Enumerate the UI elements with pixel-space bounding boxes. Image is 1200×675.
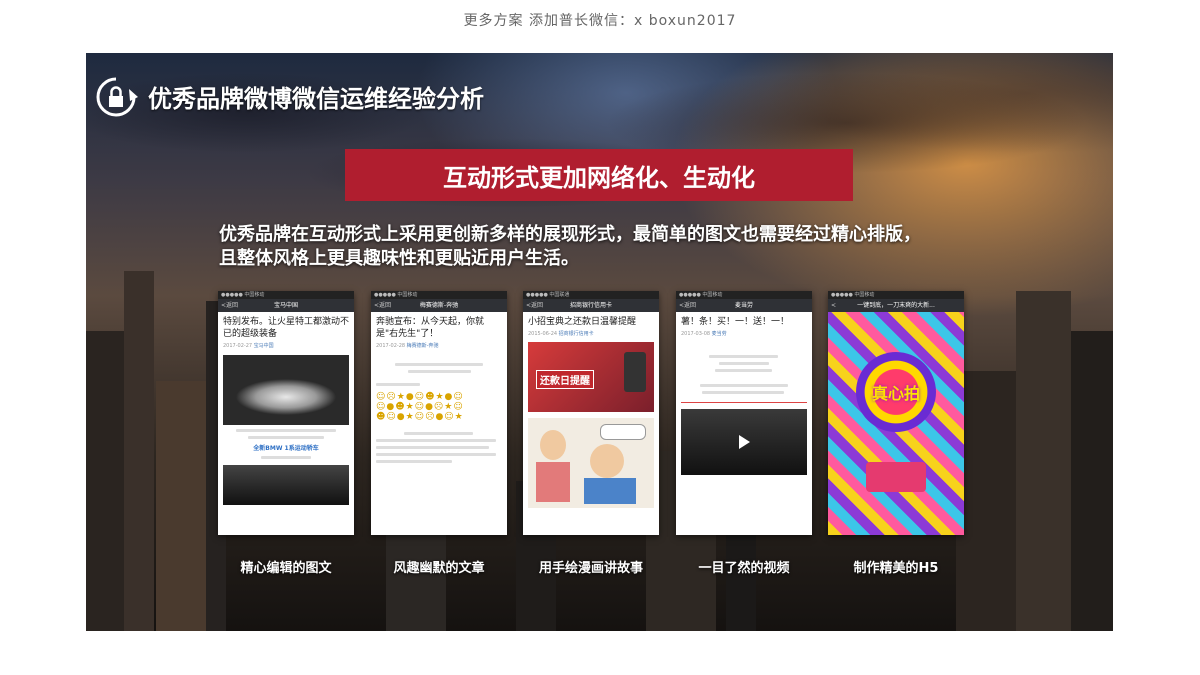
back-icon: < [831,302,837,309]
post-title: 小招宝典之还款日温馨提醒 [528,317,637,327]
slide: 优秀品牌微博微信运维经验分析 互动形式更加网络化、生动化 优秀品牌在互动形式上采… [86,53,1113,631]
emoji-row: ☻☺●★☺☹●☺★ [376,412,464,422]
caption-1: 精心编辑的图文 [240,561,332,576]
post-meta: 2015-06-24 招商银行信用卡 [528,330,654,337]
post-account: 梅赛德斯-奔驰 [406,343,439,349]
caption-4: 一目了然的视频 [698,561,790,576]
status-bar: ●●●●● 中国移动 [828,291,964,299]
post-title: 薯！条！买！一！送！一！ [681,317,790,327]
video-player [681,409,807,475]
phone-screenshot-3: ●●●●● 中国联通 <返回 招商银行信用卡 小招宝典之还款日温馨提醒 2015… [523,291,659,535]
comic-illustration [528,418,654,508]
back-icon: <返回 [374,302,392,309]
banner-text: 互动形式更加网络化、生动化 [443,163,755,192]
nav-title: 宝马中国 [273,302,298,309]
post-account: 麦当劳 [711,331,727,337]
status-bar: ●●●●● 中国移动 [676,291,812,299]
nav-title: 麦当劳 [734,302,753,309]
phone-screenshot-1: ●●●●● 中国移动 <返回 宝马中国 特别发布。让火星特工都激动不已的超级装备… [218,291,354,535]
nav-bar: <返回 梅赛德斯-奔驰 [371,299,507,312]
post-date: 2017-02-27 [223,343,253,349]
post-meta: 2017-03-08 麦当劳 [681,330,807,337]
reminder-text: 还款日提醒 [536,370,594,389]
back-icon: <返回 [679,302,697,309]
phone-screenshot-5: ●●●●● 中国移动 < 一键到底，一刀末爽的大新... 真心拍 [828,291,964,535]
nav-bar: < 一键到底，一刀末爽的大新... [828,299,964,312]
poster-title: 真心拍 [871,384,920,403]
car-image [223,355,349,425]
nav-bar: <返回 宝马中国 [218,299,354,312]
description-line-2: 且整体风格上更具趣味性和更贴近用户生活。 [219,248,579,269]
post-meta: 2017-02-28 梅赛德斯-奔驰 [376,342,502,349]
post-account: 招商银行信用卡 [558,331,594,337]
reminder-banner: 还款日提醒 [528,342,654,412]
post-date: 2015-06-24 [528,331,558,337]
post-title: 奔驰宣布：从今天起，你就是"右先生"了！ [376,317,485,339]
inner-headline: 全新BMW 1系运动轿车 [253,445,319,452]
nav-title: 梅赛德斯-奔驰 [419,302,459,309]
post-meta: 2017-02-27 宝马中国 [223,342,349,349]
emoji-row: ☺☹★●☺☻★●☺ [376,392,464,402]
nav-title: 招商银行信用卡 [569,302,612,309]
post-account: 宝马中国 [253,343,274,349]
nav-bar: <返回 麦当劳 [676,299,812,312]
post-date: 2017-02-28 [376,343,406,349]
post-date: 2017-03-08 [681,331,711,337]
divider-red [681,402,807,403]
slide-title: 优秀品牌微博微信运维经验分析 [148,85,484,113]
car-image-2 [223,465,349,505]
banner: 互动形式更加网络化、生动化 [345,149,853,201]
post-title: 特别发布。让火星特工都激动不已的超级装备 [223,317,350,339]
lock-refresh-icon [96,77,138,117]
caption-5: 制作精美的H5 [853,561,939,576]
phone-graphic [624,352,646,392]
caption-3: 用手绘漫画讲故事 [538,561,643,576]
caption-2: 风趣幽默的文章 [393,561,485,576]
play-icon[interactable] [739,435,750,449]
description: 优秀品牌在互动形式上采用更创新多样的展现形式，最简单的图文也需要经过精心排版， … [219,223,979,271]
description-line-1: 优秀品牌在互动形式上采用更创新多样的展现形式，最简单的图文也需要经过精心排版， [219,224,921,245]
phone-screenshot-4: ●●●●● 中国移动 <返回 麦当劳 薯！条！买！一！送！一！ 2017-03-… [676,291,812,535]
phone-screenshot-2: ●●●●● 中国移动 <返回 梅赛德斯-奔驰 奔驰宣布：从今天起，你就是"右先生… [371,291,507,535]
h5-poster: 真心拍 [828,312,964,535]
emoji-row: ☺●☻★☺●☹★☺ [376,402,464,412]
status-bar: ●●●●● 中国移动 [371,291,507,299]
back-icon: <返回 [221,302,239,309]
back-icon: <返回 [526,302,544,309]
nav-title: 一键到底，一刀末爽的大新... [857,302,935,309]
status-bar: ●●●●● 中国移动 [218,291,354,299]
nav-bar: <返回 招商银行信用卡 [523,299,659,312]
top-note: 更多方案 添加普长微信：x boxun2017 [463,13,737,29]
status-bar: ●●●●● 中国联通 [523,291,659,299]
